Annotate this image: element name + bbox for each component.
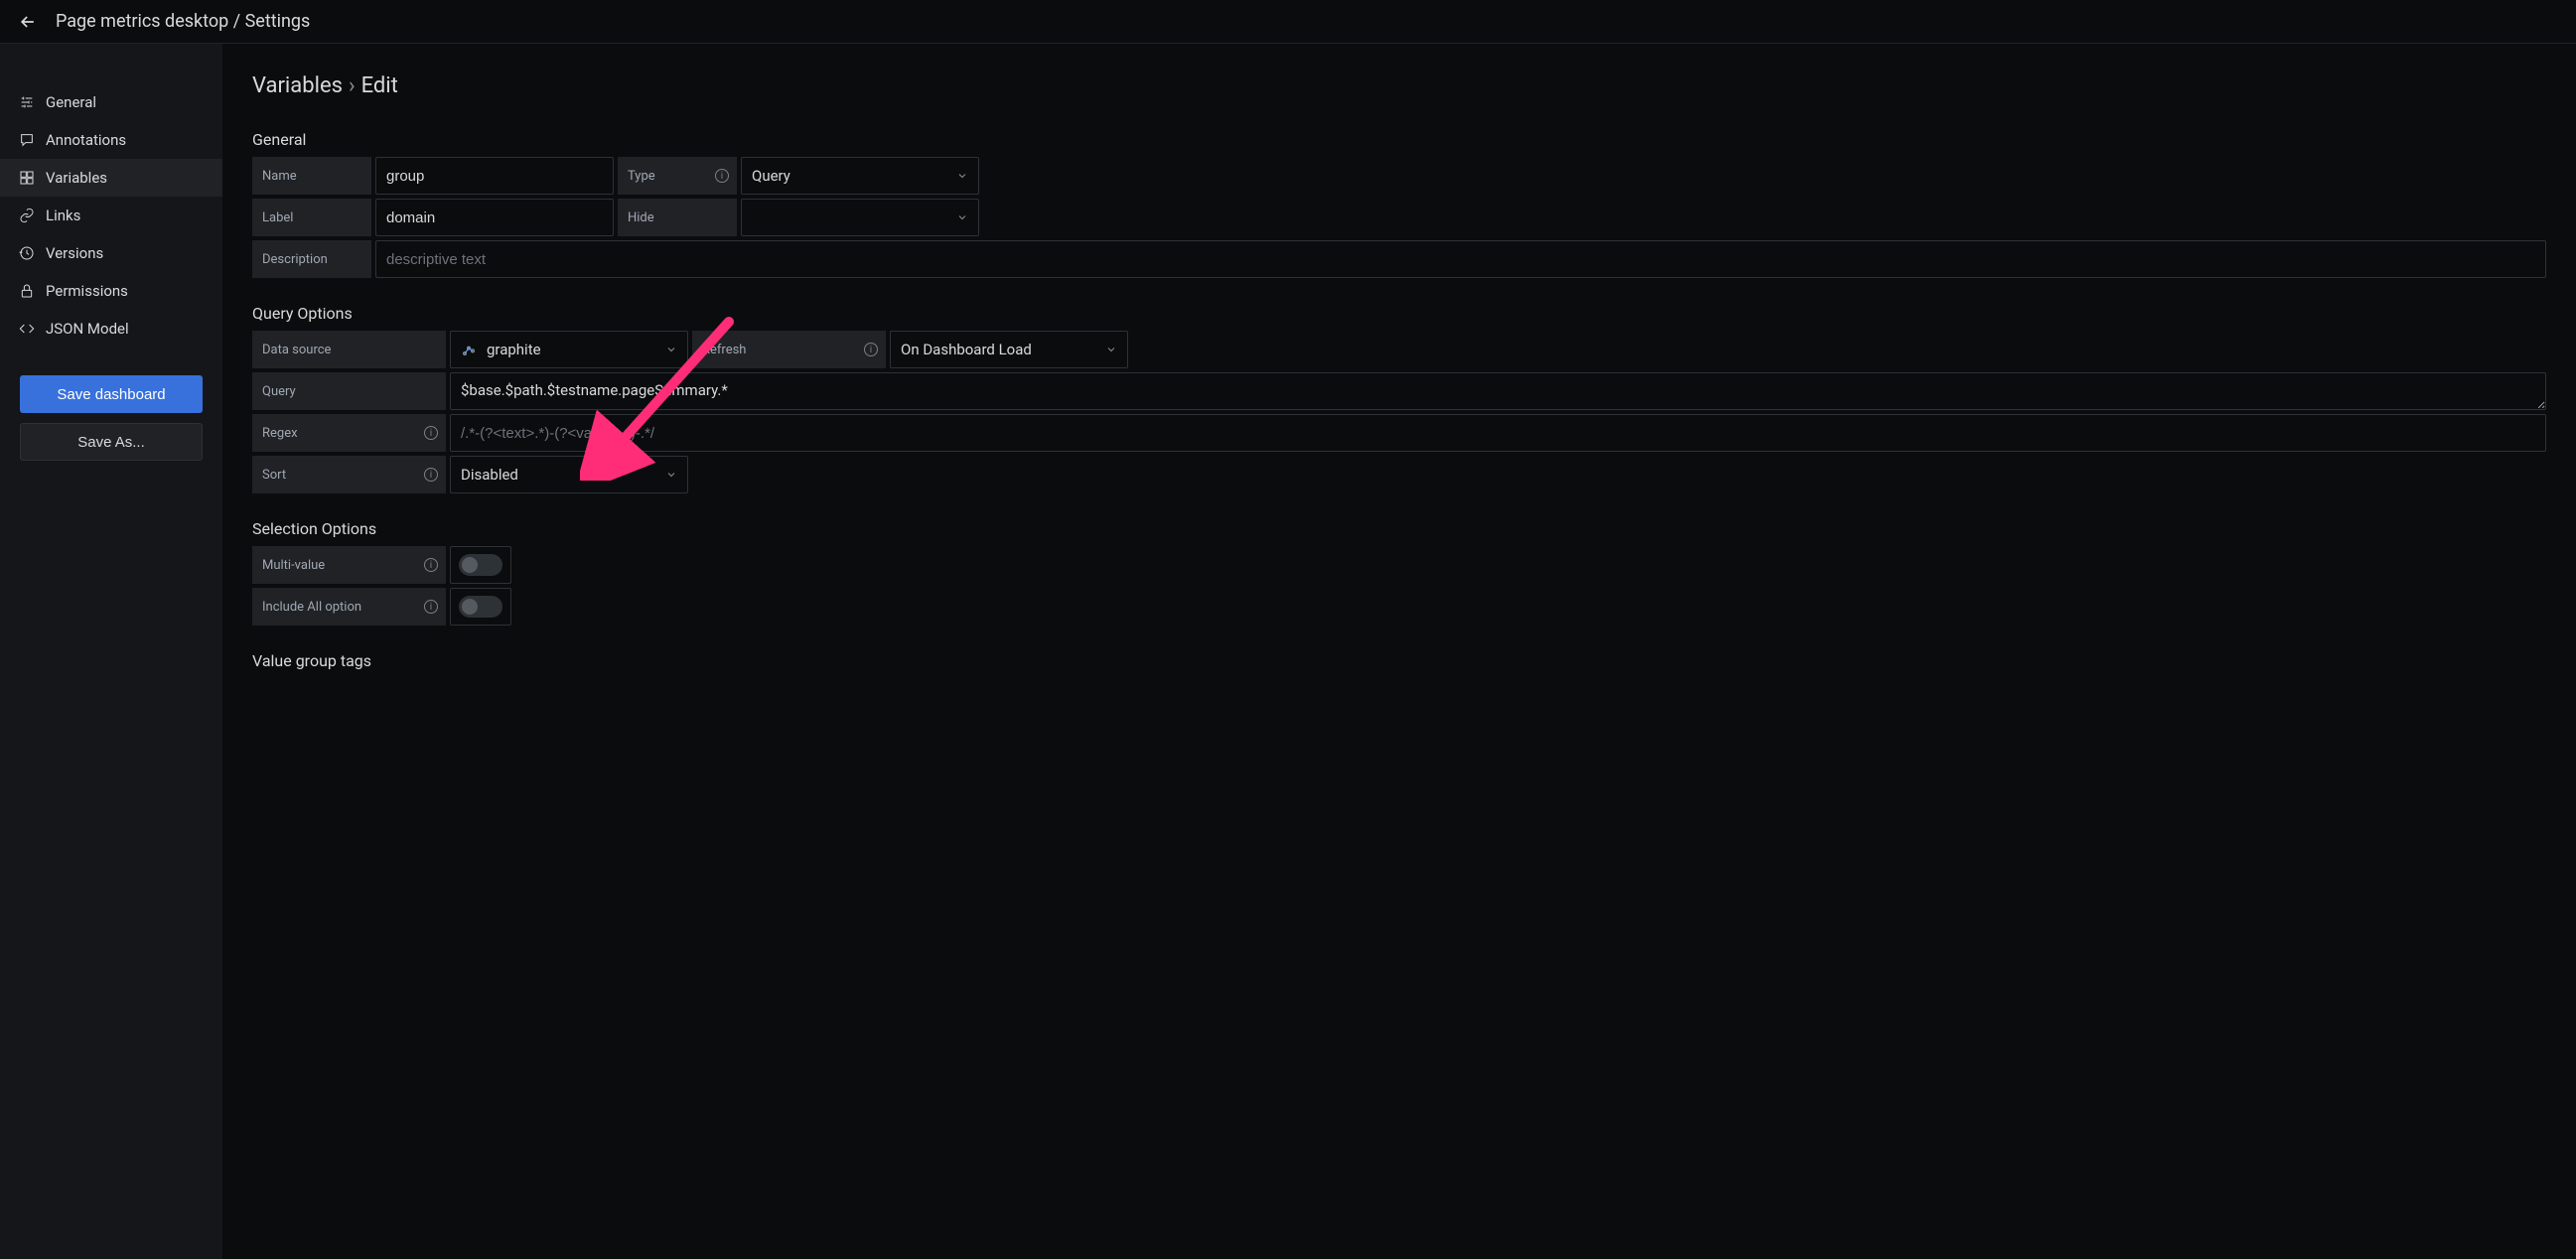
sidebar-item-general[interactable]: General [0,83,222,121]
multivalue-toggle-cell [450,546,511,584]
multivalue-toggle[interactable] [459,554,502,576]
save-as-button[interactable]: Save As... [20,423,203,461]
save-dashboard-button[interactable]: Save dashboard [20,375,203,413]
refresh-select[interactable]: On Dashboard Load [890,331,1128,368]
info-icon[interactable]: i [424,426,438,440]
section-heading-selection-options: Selection Options [252,519,2546,538]
chevron-down-icon [665,469,677,481]
includeall-label: Include All option i [252,588,446,626]
regex-input[interactable] [450,414,2546,452]
label-label: Label [252,199,371,236]
info-icon[interactable]: i [864,343,878,356]
grid-icon [18,169,36,187]
sliders-icon [18,93,36,111]
sidebar-item-label: General [46,93,96,111]
description-label: Description [252,240,371,278]
name-input[interactable] [375,157,614,195]
multivalue-label: Multi-value i [252,546,446,584]
query-input[interactable] [450,372,2546,410]
sidebar-item-versions[interactable]: Versions [0,234,222,272]
section-heading-query-options: Query Options [252,304,2546,323]
hide-select[interactable] [741,199,979,236]
sidebar-item-links[interactable]: Links [0,197,222,234]
comment-icon [18,131,36,149]
info-icon[interactable]: i [424,468,438,482]
datasource-label: Data source [252,331,446,368]
settings-sidebar: General Annotations Variables Links Vers… [0,44,222,1259]
includeall-toggle[interactable] [459,596,502,618]
arrow-left-icon [18,12,38,32]
section-heading-general: General [252,130,2546,149]
refresh-label: Refresh i [692,331,886,368]
sidebar-item-label: Variables [46,169,107,187]
type-select[interactable]: Query [741,157,979,195]
sort-label: Sort i [252,456,446,493]
chevron-down-icon [956,170,968,182]
section-heading-value-group-tags: Value group tags [252,651,2546,670]
sort-select[interactable]: Disabled [450,456,688,493]
sidebar-item-annotations[interactable]: Annotations [0,121,222,159]
graphite-icon [461,342,477,357]
regex-label: Regex i [252,414,446,452]
breadcrumb: Page metrics desktop / Settings [56,11,310,32]
sidebar-item-label: JSON Model [46,320,129,338]
sidebar-item-json-model[interactable]: JSON Model [0,310,222,348]
sidebar-item-label: Annotations [46,131,126,149]
info-icon[interactable]: i [424,558,438,572]
page-title: Variables›Edit [252,73,2546,98]
type-label: Type i [618,157,737,195]
code-icon [18,320,36,338]
hide-label: Hide [618,199,737,236]
history-icon [18,244,36,262]
link-icon [18,207,36,224]
chevron-down-icon [956,211,968,223]
back-button[interactable] [12,6,44,38]
sidebar-item-permissions[interactable]: Permissions [0,272,222,310]
name-label: Name [252,157,371,195]
sidebar-item-variables[interactable]: Variables [0,159,222,197]
info-icon[interactable]: i [424,600,438,614]
datasource-select[interactable]: graphite [450,331,688,368]
label-input[interactable] [375,199,614,236]
query-label: Query [252,372,446,410]
includeall-toggle-cell [450,588,511,626]
description-input[interactable] [375,240,2546,278]
sidebar-item-label: Permissions [46,282,128,300]
chevron-down-icon [1105,344,1117,355]
sidebar-item-label: Links [46,207,80,224]
chevron-down-icon [665,344,677,355]
lock-icon [18,282,36,300]
sidebar-item-label: Versions [46,244,103,262]
info-icon[interactable]: i [715,169,729,183]
